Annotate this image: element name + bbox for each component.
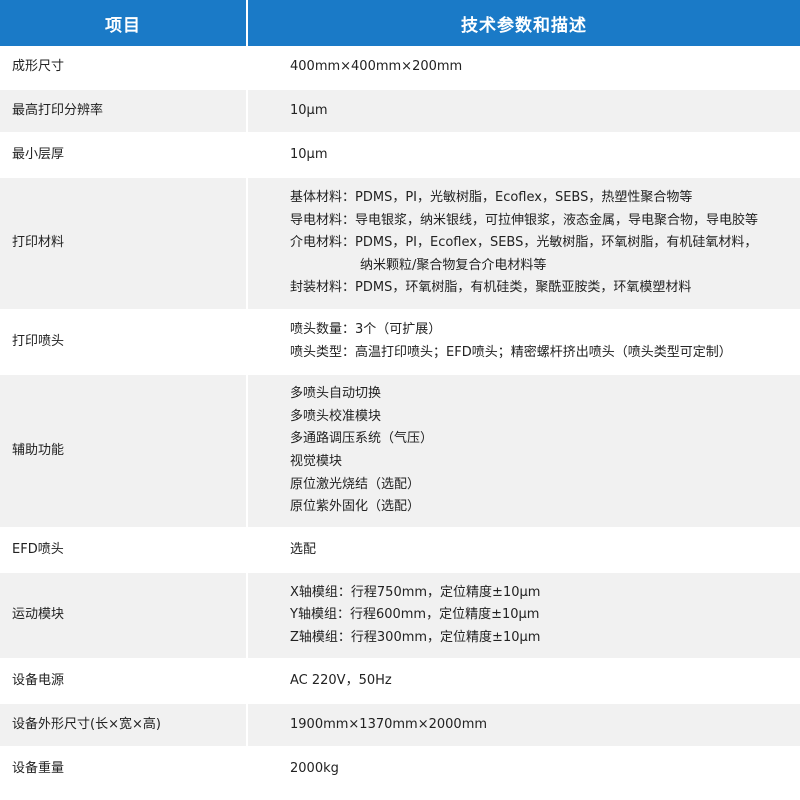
row-name: 最高打印分辨率 [0, 90, 248, 134]
value-line: 400mm×400mm×200mm [290, 58, 463, 74]
value-line: X轴模组：行程750mm，定位精度±10μm [290, 584, 541, 600]
table-row: 成形尺寸 400mm×400mm×200mm [0, 46, 800, 90]
row-value: 选配 [248, 529, 800, 573]
value-line: Y轴模组：行程600mm，定位精度±10μm [290, 607, 540, 623]
value-line: 原位紫外固化（选配） [290, 499, 421, 515]
row-name: 打印喷头 [0, 311, 248, 375]
table-row: 运动模块 X轴模组：行程750mm，定位精度±10μm Y轴模组：行程600mm… [0, 573, 800, 660]
table-header: 项目 技术参数和描述 [0, 0, 800, 46]
table-row: 打印材料 基体材料：PDMS，PI，光敏树脂，Ecoflex，SEBS，热塑性聚… [0, 178, 800, 311]
table-row: 设备重量 2000kg [0, 748, 800, 792]
row-value: 10μm [248, 90, 800, 134]
row-value: 1900mm×1370mm×2000mm [248, 704, 800, 748]
row-name: 设备重量 [0, 748, 248, 792]
value-line: 视觉模块 [290, 454, 343, 469]
value-line: 多喷头校准模块 [290, 408, 382, 424]
row-name: 打印材料 [0, 178, 248, 311]
table-row: 最小层厚 10μm [0, 134, 800, 178]
value-line: 喷头数量：3个（可扩展） [290, 322, 442, 338]
spec-table: 项目 技术参数和描述 成形尺寸 400mm×400mm×200mm 最高打印分辨… [0, 0, 800, 792]
row-value: 基体材料：PDMS，PI，光敏树脂，Ecoflex，SEBS，热塑性聚合物等 导… [248, 178, 800, 311]
table-body: 成形尺寸 400mm×400mm×200mm 最高打印分辨率 10μm 最小层厚… [0, 46, 800, 792]
row-value: X轴模组：行程750mm，定位精度±10μm Y轴模组：行程600mm，定位精度… [248, 573, 800, 660]
value-line: 多通路调压系统（气压） [290, 431, 434, 447]
value-line: Z轴模组：行程300mm，定位精度±10μm [290, 629, 541, 645]
row-value: 喷头数量：3个（可扩展） 喷头类型：高温打印喷头；EFD喷头；精密螺杆挤出喷头（… [248, 311, 800, 375]
value-line: 导电材料：导电银浆，纳米银线，可拉伸银浆，液态金属，导电聚合物，导电胶等 [290, 212, 759, 228]
value-line: 原位激光烧结（选配） [290, 476, 421, 492]
row-value: 2000kg [248, 748, 800, 792]
value-line: 喷头类型：高温打印喷头；EFD喷头；精密螺杆挤出喷头（喷头类型可定制） [290, 345, 732, 360]
value-line: 10μm [290, 146, 328, 162]
table-row: EFD喷头 选配 [0, 529, 800, 573]
value-line: 封装材料：PDMS，环氧树脂，有机硅类，聚酰亚胺类，环氧模塑材料 [290, 280, 692, 296]
table-row: 设备电源 AC 220V，50Hz [0, 660, 800, 704]
value-line: 纳米颗粒/聚合物复合介电材料等 [360, 257, 547, 273]
value-line: 介电材料：PDMS，PI，Ecoflex，SEBS，光敏树脂，环氧树脂，有机硅氧… [290, 235, 758, 251]
value-line: 多喷头自动切换 [290, 386, 382, 402]
row-name: 成形尺寸 [0, 46, 248, 90]
row-value: 400mm×400mm×200mm [248, 46, 800, 90]
row-value: AC 220V，50Hz [248, 660, 800, 704]
row-name: EFD喷头 [0, 529, 248, 573]
row-value: 10μm [248, 134, 800, 178]
value-line: 选配 [290, 541, 317, 557]
row-name: 最小层厚 [0, 134, 248, 178]
table-row: 打印喷头 喷头数量：3个（可扩展） 喷头类型：高温打印喷头；EFD喷头；精密螺杆… [0, 311, 800, 375]
value-line: AC 220V，50Hz [290, 672, 392, 688]
table-row: 设备外形尺寸(长×宽×高) 1900mm×1370mm×2000mm [0, 704, 800, 748]
value-line: 10μm [290, 102, 328, 118]
table-row: 辅助功能 多喷头自动切换 多喷头校准模块 多通路调压系统（气压） 视觉模块 原位… [0, 375, 800, 529]
table-row: 最高打印分辨率 10μm [0, 90, 800, 134]
header-item: 项目 [0, 0, 248, 46]
header-row: 项目 技术参数和描述 [0, 0, 800, 46]
row-name: 辅助功能 [0, 375, 248, 529]
value-line: 基体材料：PDMS，PI，光敏树脂，Ecoflex，SEBS，热塑性聚合物等 [290, 190, 693, 206]
row-name: 设备外形尺寸(长×宽×高) [0, 704, 248, 748]
value-line: 2000kg [290, 760, 339, 776]
row-name: 运动模块 [0, 573, 248, 660]
value-line: 1900mm×1370mm×2000mm [290, 716, 488, 732]
header-spec: 技术参数和描述 [248, 0, 800, 46]
row-name: 设备电源 [0, 660, 248, 704]
row-value: 多喷头自动切换 多喷头校准模块 多通路调压系统（气压） 视觉模块 原位激光烧结（… [248, 375, 800, 529]
